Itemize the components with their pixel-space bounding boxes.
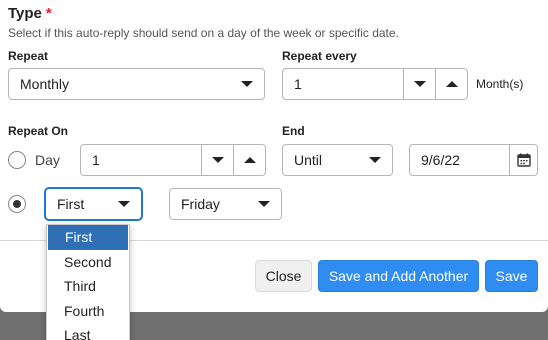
day-stepper[interactable]: 1	[80, 144, 266, 176]
ordinal-dropdown-menu: First Second Third Fourth Last	[46, 224, 130, 340]
chevron-down-icon	[413, 81, 426, 87]
day-radio-label: Day	[35, 152, 60, 168]
type-description: Select if this auto-reply should send on…	[8, 26, 399, 40]
type-title-text: Type	[8, 5, 42, 22]
chevron-down-icon	[369, 157, 381, 163]
calendar-button[interactable]	[509, 145, 537, 175]
save-button[interactable]: Save	[485, 260, 538, 292]
repeat-every-stepper[interactable]: 1	[282, 68, 468, 100]
ordinal-option-fourth[interactable]: Fourth	[47, 299, 129, 324]
day-value[interactable]: 1	[81, 152, 201, 168]
end-date-input[interactable]: 9/6/22	[409, 144, 538, 176]
weekday-radio[interactable]	[8, 195, 26, 213]
chevron-down-icon	[118, 201, 130, 207]
repeat-every-unit: Month(s)	[476, 77, 524, 91]
repeat-label: Repeat	[8, 49, 49, 63]
chevron-down-icon	[211, 157, 224, 163]
repeat-select-value: Monthly	[20, 76, 70, 92]
type-heading: Type *	[8, 5, 52, 22]
save-and-add-another-button[interactable]: Save and Add Another	[318, 260, 479, 292]
end-date-value[interactable]: 9/6/22	[410, 152, 509, 168]
chevron-down-icon	[241, 81, 253, 87]
ordinal-option-third[interactable]: Third	[47, 274, 129, 299]
chevron-up-icon	[445, 81, 458, 87]
repeat-select[interactable]: Monthly	[8, 68, 265, 100]
day-increment-button[interactable]	[233, 145, 265, 175]
weekday-select-value: Friday	[181, 196, 220, 212]
ordinal-option-second[interactable]: Second	[47, 250, 129, 275]
chevron-down-icon	[258, 201, 270, 207]
repeat-every-label: Repeat every	[282, 49, 357, 63]
increment-button[interactable]	[435, 69, 467, 99]
close-button[interactable]: Close	[255, 260, 312, 292]
calendar-icon	[516, 153, 531, 167]
decrement-button[interactable]	[403, 69, 435, 99]
repeat-every-value[interactable]: 1	[283, 76, 403, 92]
ordinal-select[interactable]: First	[45, 188, 142, 220]
weekday-select[interactable]: Friday	[169, 188, 282, 220]
ordinal-option-first[interactable]: First	[48, 225, 128, 250]
end-mode-select[interactable]: Until	[282, 144, 393, 176]
chevron-up-icon	[243, 157, 256, 163]
ordinal-option-last[interactable]: Last	[47, 323, 129, 340]
ordinal-select-value: First	[57, 196, 85, 212]
day-radio[interactable]	[8, 151, 26, 169]
repeat-on-label: Repeat On	[8, 124, 69, 138]
day-decrement-button[interactable]	[201, 145, 233, 175]
end-label: End	[282, 124, 305, 138]
end-mode-value: Until	[294, 152, 323, 168]
required-mark: *	[45, 5, 52, 22]
